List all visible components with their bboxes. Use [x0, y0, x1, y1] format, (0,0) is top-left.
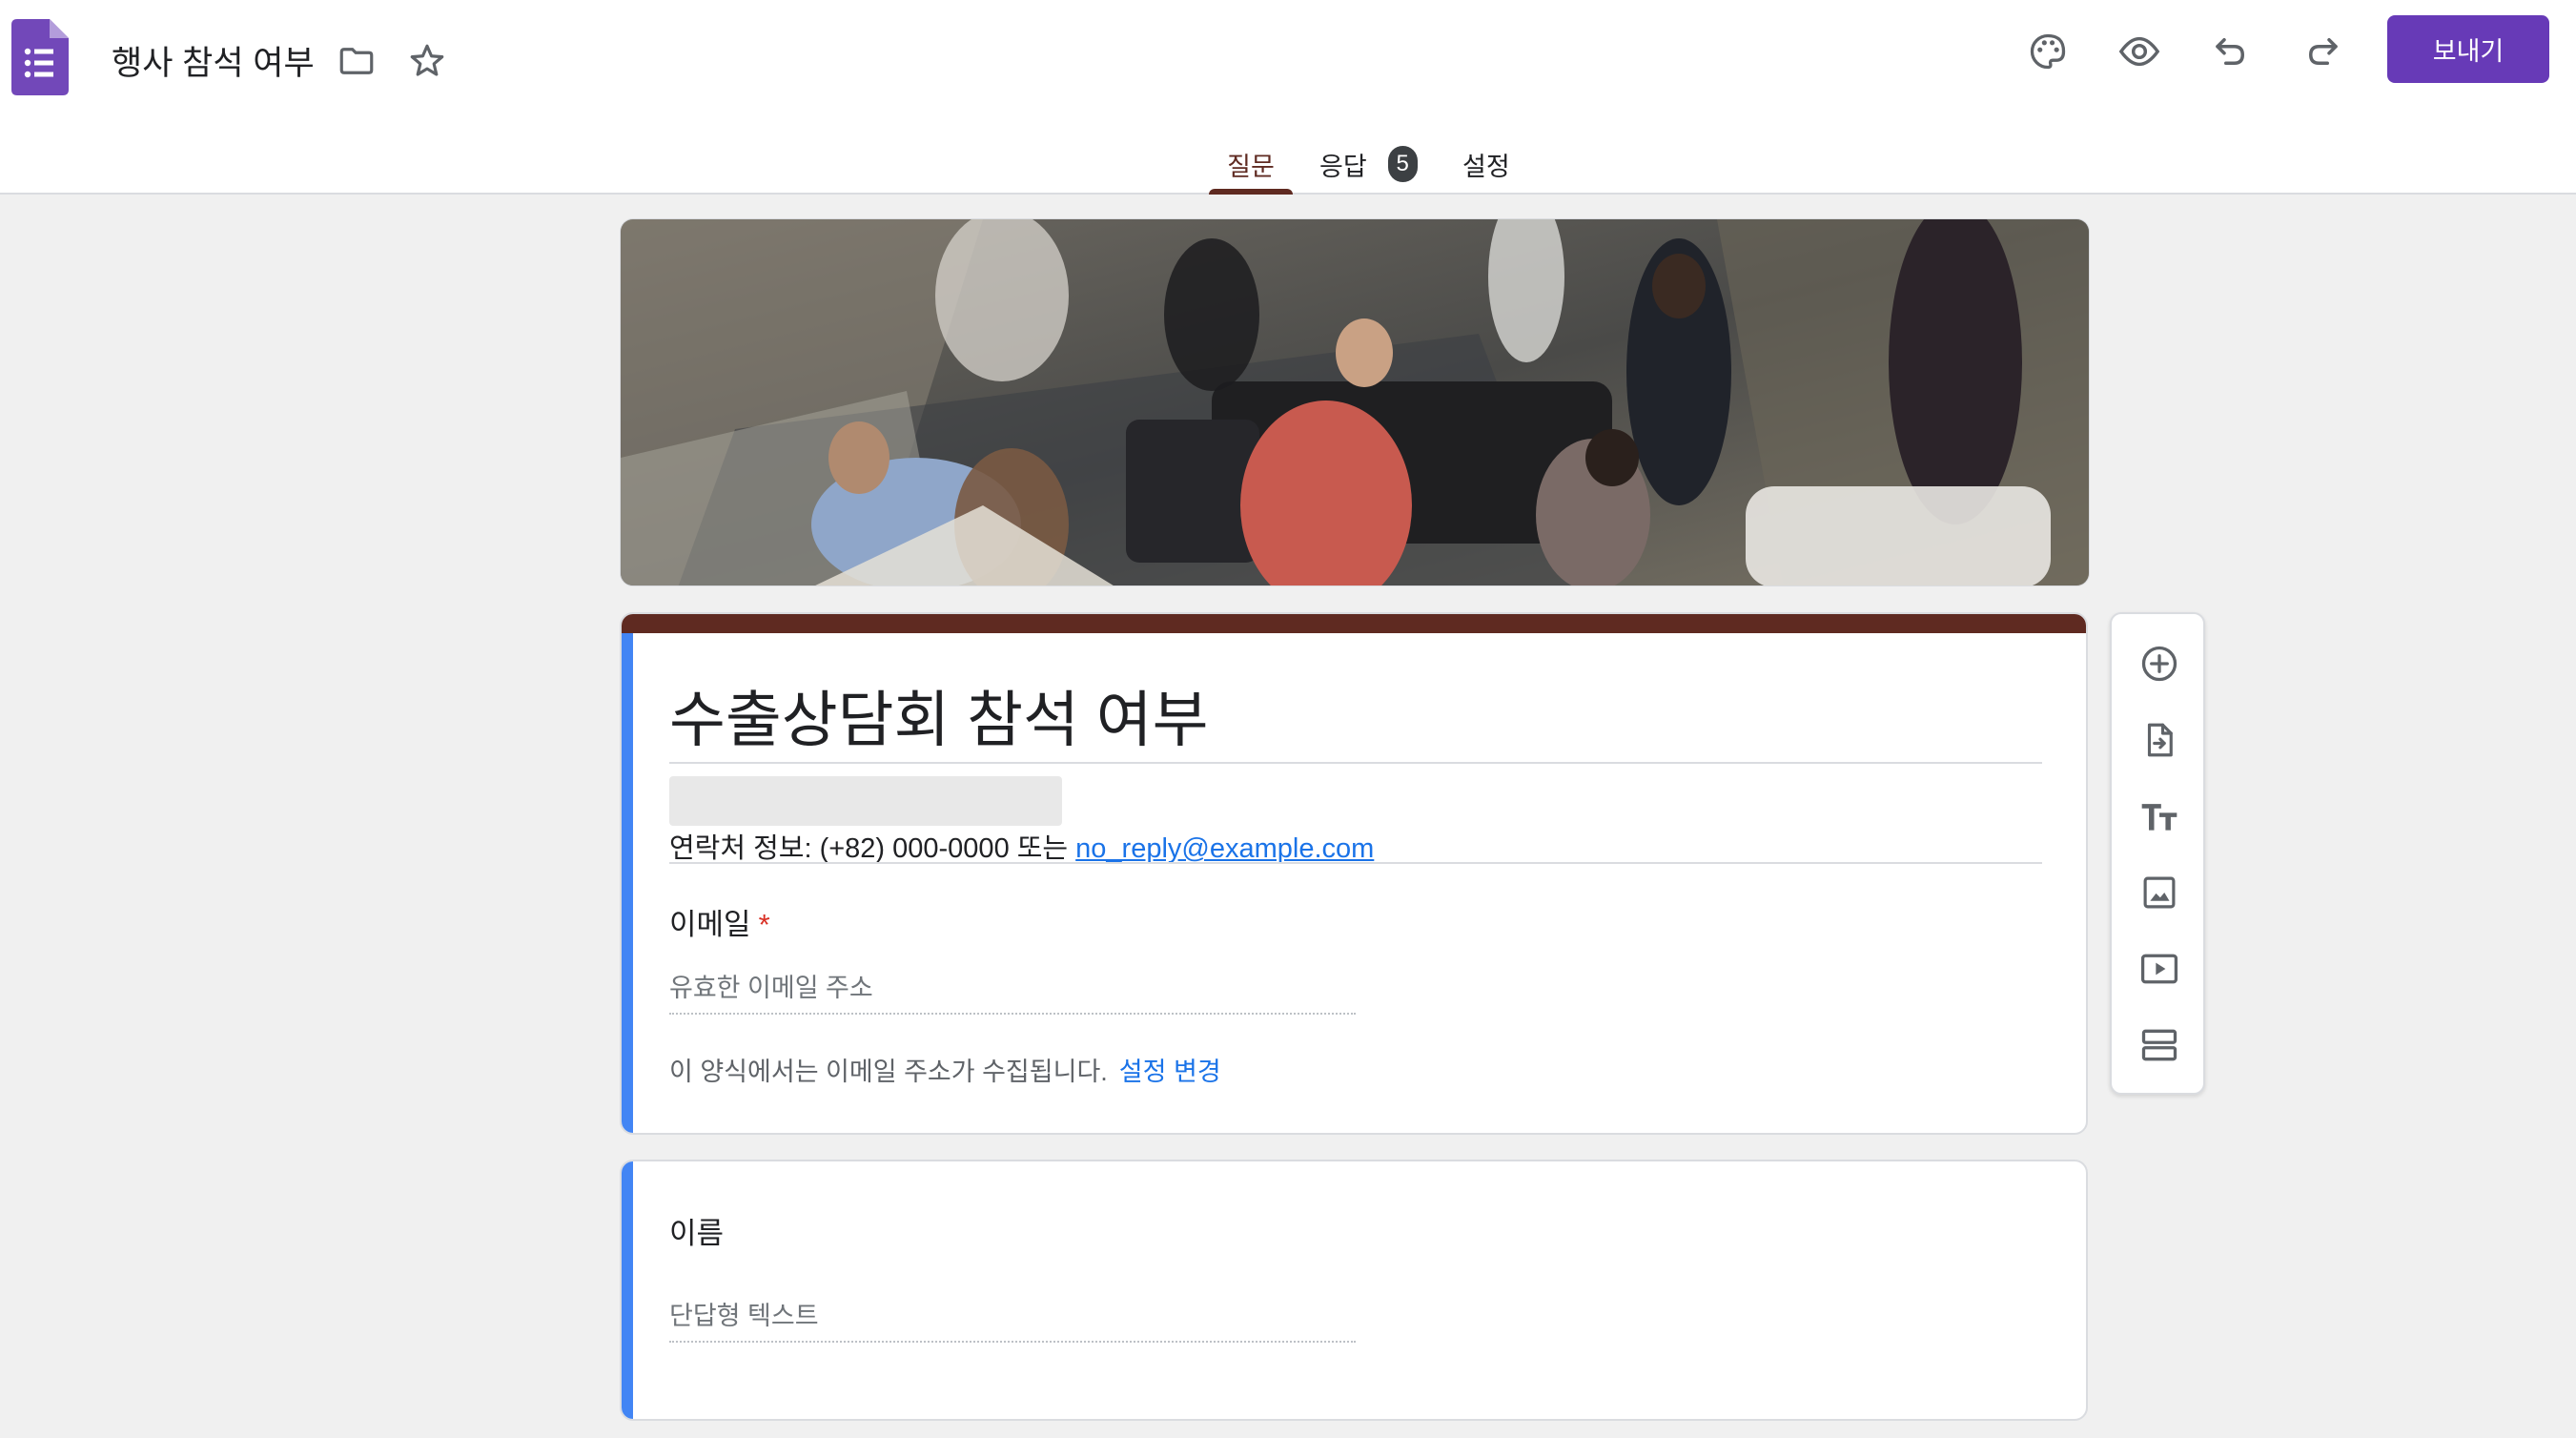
preview-eye-icon[interactable] [2115, 27, 2164, 76]
responses-count-badge: 5 [1387, 146, 1418, 182]
document-title[interactable]: 행사 참석 여부 [112, 36, 315, 85]
add-section-icon[interactable] [2135, 1020, 2184, 1070]
tab-settings-label: 설정 [1462, 152, 1510, 181]
import-questions-icon[interactable] [2135, 715, 2184, 765]
email-collection-note: 이 양식에서는 이메일 주소가 수집됩니다. 설정 변경 [669, 1051, 1221, 1088]
email-question-label: 이메일 * [669, 900, 770, 943]
tab-questions-label: 질문 [1227, 152, 1275, 181]
tab-questions[interactable]: 질문 [1209, 134, 1293, 195]
add-video-icon[interactable] [2135, 944, 2184, 994]
title-divider [669, 762, 2042, 764]
header-banner-image [620, 218, 2090, 586]
name-question-card[interactable]: 이름 단답형 텍스트 [620, 1160, 2088, 1421]
add-question-icon[interactable] [2135, 639, 2184, 688]
folder-icon[interactable] [334, 38, 379, 84]
description-divider [669, 862, 2042, 864]
tab-bar: 질문 응답 5 설정 [0, 134, 2576, 195]
name-question-label: 이름 [669, 1217, 725, 1250]
form-title-input[interactable]: 수출상담회 참석 여부 [669, 671, 1208, 759]
palette-icon[interactable] [2023, 27, 2073, 76]
form-title-card: 수출상담회 참석 여부 연락처 정보: (+82) 000-0000 또는 no… [620, 612, 2088, 1135]
send-button[interactable]: 보내기 [2387, 15, 2549, 83]
add-title-icon[interactable] [2135, 791, 2184, 841]
email-label-text: 이메일 [669, 908, 751, 941]
required-asterisk: * [758, 908, 770, 941]
forms-logo-icon[interactable] [11, 19, 69, 95]
short-answer-placeholder: 단답형 텍스트 [669, 1302, 819, 1330]
email-answer-underline [669, 1013, 1356, 1015]
top-bar: 행사 참석 여부 보내기 질문 응답 5 설정 [0, 0, 2576, 195]
tab-responses-label: 응답 [1319, 152, 1367, 181]
email-collection-text: 이 양식에서는 이메일 주소가 수집됩니다. [669, 1058, 1108, 1086]
form-description[interactable]: 연락처 정보: (+82) 000-0000 또는 no_reply@examp… [669, 826, 1374, 866]
contact-info-text: 연락처 정보: (+82) 000-0000 또는 [669, 833, 1076, 864]
redo-icon[interactable] [2298, 27, 2347, 76]
tab-settings[interactable]: 설정 [1462, 134, 1510, 195]
redacted-description [669, 776, 1062, 826]
change-settings-link[interactable]: 설정 변경 [1119, 1058, 1221, 1086]
short-answer-underline [669, 1341, 1356, 1343]
theme-color-bar [622, 614, 2086, 633]
question-toolbar [2110, 612, 2205, 1095]
add-image-icon[interactable] [2135, 868, 2184, 917]
undo-icon[interactable] [2206, 27, 2256, 76]
star-icon[interactable] [404, 38, 450, 84]
email-answer-placeholder: 유효한 이메일 주소 [669, 974, 873, 1002]
contact-email-link[interactable]: no_reply@example.com [1075, 833, 1374, 864]
active-tab-indicator [1209, 189, 1293, 195]
tab-responses[interactable]: 응답 5 [1319, 134, 1418, 195]
focus-indicator-bar [622, 1161, 633, 1419]
focus-indicator-bar [622, 633, 633, 1133]
